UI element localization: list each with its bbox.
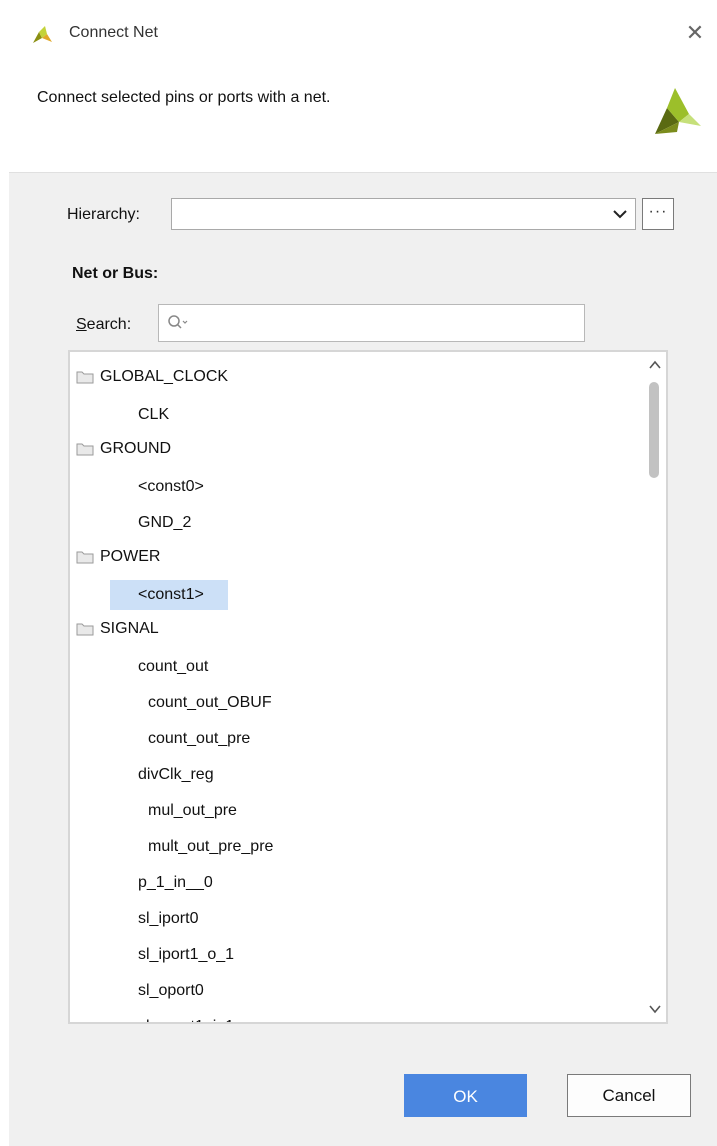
tree-scrollbar[interactable] — [644, 352, 666, 1022]
net-or-bus-label: Net or Bus: — [72, 265, 159, 282]
net-debug-icon — [114, 695, 142, 713]
folder-icon — [76, 551, 94, 564]
scroll-up-icon[interactable] — [649, 360, 661, 370]
net-item-label: sl_iport1_o_1 — [138, 946, 235, 963]
net-bus-icon — [114, 659, 132, 677]
close-button[interactable]: ✕ — [675, 14, 715, 52]
net-wire-icon — [114, 479, 132, 497]
net-item-selected[interactable]: <const1> — [110, 580, 228, 610]
net-item-label: CLK — [138, 406, 170, 423]
tree-group-label: SIGNAL — [100, 620, 159, 637]
folder-icon — [76, 371, 94, 384]
net-item-label: sl_oport1_i_1 — [138, 1012, 234, 1022]
net-debug-icon — [114, 803, 142, 821]
net-item[interactable]: GND_2 — [110, 508, 510, 538]
browse-hierarchy-button[interactable]: ··· — [642, 198, 674, 230]
search-label: Search: — [76, 316, 131, 334]
dialog-header: Connect selected pins or ports with a ne… — [9, 62, 717, 173]
tree-group-label: GROUND — [100, 440, 172, 457]
net-item[interactable]: sl_iport1_o_1 — [110, 940, 510, 970]
ok-button[interactable]: OK — [404, 1074, 527, 1117]
tree-group-label: GLOBAL_CLOCK — [100, 368, 229, 385]
net-item-label: mul_out_pre — [148, 802, 237, 819]
search-input[interactable] — [158, 304, 585, 342]
net-item[interactable]: <const0> — [110, 472, 510, 502]
net-item-label: <const0> — [138, 478, 204, 495]
net-item-label: <const1> — [138, 586, 204, 603]
tree-group[interactable]: POWER — [76, 542, 376, 572]
hierarchy-label: Hierarchy: — [67, 206, 140, 223]
scroll-down-icon[interactable] — [649, 1004, 661, 1014]
net-tree[interactable]: GLOBAL_CLOCK CLK GROUND <const0> GND_2 POWER <… — [68, 350, 668, 1024]
net-item[interactable]: sl_oport1_i_1 — [110, 1012, 510, 1024]
net-bus-icon — [114, 911, 132, 929]
net-debug-partial-icon — [114, 839, 142, 857]
net-item[interactable]: count_out_pre — [110, 724, 510, 754]
net-wire-icon — [114, 587, 132, 605]
net-wire-icon — [114, 515, 132, 533]
net-item[interactable]: p_1_in__0 — [110, 868, 510, 898]
net-item-label: p_1_in__0 — [138, 874, 213, 891]
connect-net-dialog: Connect Net ✕ Connect selected pins or p… — [0, 0, 717, 1146]
vivado-logo-icon — [655, 88, 701, 134]
net-item[interactable]: CLK — [110, 400, 510, 430]
net-item-label: sl_iport0 — [138, 910, 199, 927]
net-item-label: mult_out_pre_pre — [148, 838, 274, 855]
tree-group-label: POWER — [100, 548, 161, 565]
window-edge — [0, 0, 9, 1146]
window-title: Connect Net — [69, 24, 158, 41]
net-item-label: divClk_reg — [138, 766, 214, 783]
close-icon: ✕ — [685, 20, 705, 45]
net-bus-icon — [114, 875, 132, 893]
chevron-down-icon[interactable] — [611, 205, 629, 223]
net-item-label: GND_2 — [138, 514, 192, 531]
folder-icon — [76, 623, 94, 636]
tree-group[interactable]: GROUND — [76, 434, 376, 464]
net-item[interactable]: count_out_OBUF — [110, 688, 510, 718]
net-wire-icon — [114, 407, 132, 425]
title-bar: Connect Net ✕ — [9, 0, 717, 62]
net-bus-icon — [114, 983, 132, 1001]
net-item-label: count_out_pre — [148, 730, 251, 747]
hierarchy-combo[interactable] — [171, 198, 636, 230]
net-item-label: count_out_OBUF — [148, 694, 272, 711]
cancel-button[interactable]: Cancel — [567, 1074, 691, 1117]
net-item[interactable]: count_out — [110, 652, 510, 682]
folder-icon — [76, 443, 94, 456]
ellipsis-icon: ··· — [648, 203, 668, 220]
tree-group[interactable]: GLOBAL_CLOCK — [76, 362, 376, 392]
net-item[interactable]: divClk_reg — [110, 760, 510, 790]
net-debug-icon — [114, 731, 142, 749]
net-bus-icon — [114, 947, 132, 965]
search-icon — [168, 315, 188, 329]
net-item[interactable]: mult_out_pre_pre — [110, 832, 510, 862]
search-label-rest: earch: — [86, 316, 132, 333]
tree-group[interactable]: SIGNAL — [76, 614, 376, 644]
dialog-description: Connect selected pins or ports with a ne… — [37, 89, 331, 106]
net-item[interactable]: mul_out_pre — [110, 796, 510, 826]
net-item-label: count_out — [138, 658, 209, 675]
net-bus-icon — [114, 1019, 132, 1024]
net-item[interactable]: sl_oport0 — [110, 976, 510, 1006]
net-item-label: sl_oport0 — [138, 982, 204, 999]
net-bus-icon — [114, 767, 132, 785]
search-label-mnemonic: S — [76, 316, 87, 333]
net-item[interactable]: sl_iport0 — [110, 904, 510, 934]
scrollbar-thumb[interactable] — [649, 382, 659, 478]
vivado-logo-icon — [33, 26, 52, 43]
